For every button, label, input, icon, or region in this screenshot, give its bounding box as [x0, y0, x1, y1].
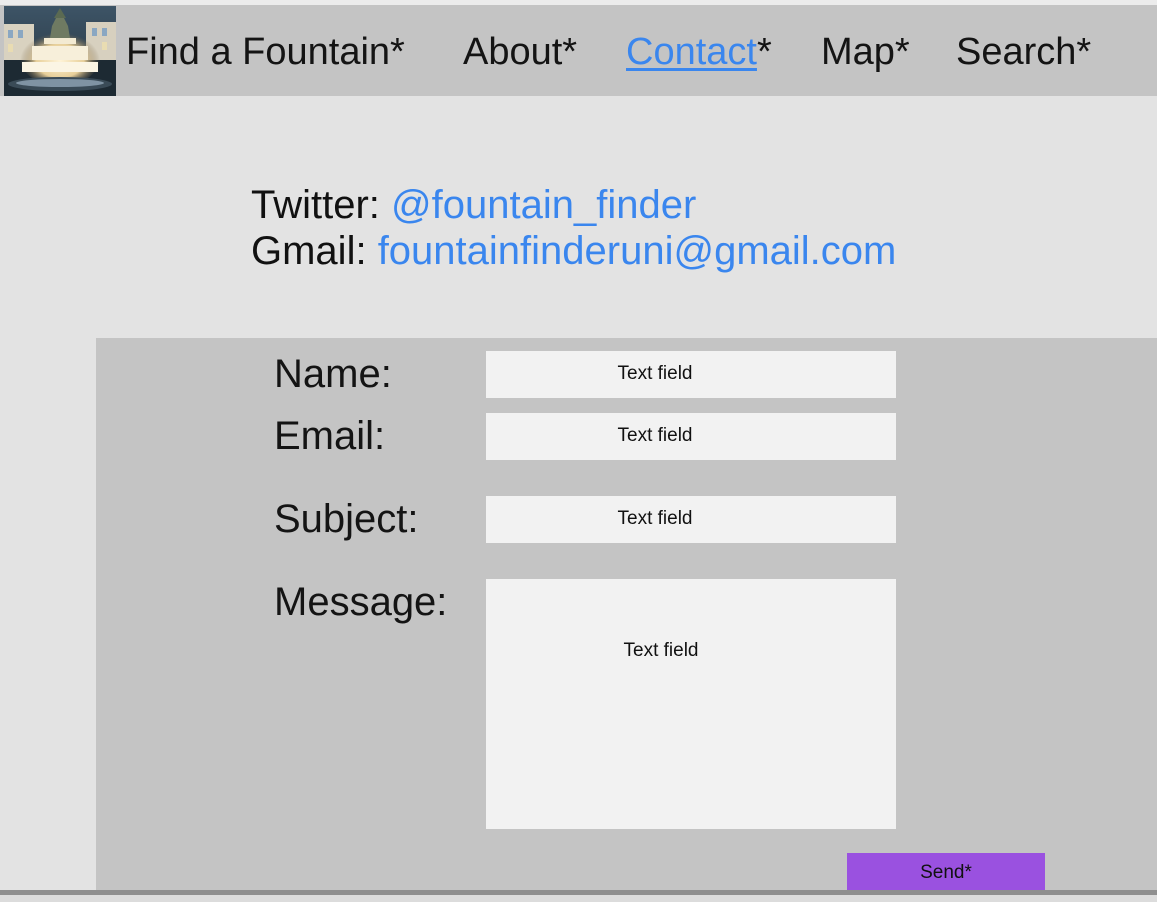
email-field[interactable]: Text field — [486, 413, 896, 460]
message-field-text: Text field — [623, 640, 699, 661]
message-textarea[interactable]: Text field — [486, 579, 896, 829]
gmail-label: Gmail: — [251, 229, 378, 273]
nav-find-a-fountain[interactable]: Find a Fountain* — [126, 30, 405, 74]
fountain-logo[interactable] — [4, 6, 116, 96]
gmail-address-link[interactable]: fountainfinderuni@gmail.com — [378, 229, 897, 273]
nav-contact-link[interactable]: Contact — [626, 31, 757, 73]
subject-field[interactable]: Text field — [486, 496, 896, 543]
nav-contact-suffix: * — [756, 31, 772, 73]
gmail-row: Gmail: fountainfinderuni@gmail.com — [251, 228, 896, 274]
email-field-text: Text field — [617, 425, 693, 446]
nav-search[interactable]: Search* — [956, 30, 1091, 74]
top-navbar: Find a Fountain* About* Contact* Map* Se… — [0, 5, 1157, 96]
bottom-divider — [0, 890, 1157, 895]
nav-about[interactable]: About* — [463, 30, 577, 74]
message-label: Message: — [274, 580, 448, 624]
nav-contact[interactable]: Contact* — [626, 30, 772, 74]
email-label: Email: — [274, 414, 386, 458]
subject-label: Subject: — [274, 497, 419, 541]
name-field-text: Text field — [617, 363, 693, 384]
nav-map[interactable]: Map* — [821, 30, 910, 74]
twitter-handle-link[interactable]: @fountain_finder — [391, 183, 696, 227]
name-label: Name: — [274, 352, 392, 396]
name-field[interactable]: Text field — [486, 351, 896, 398]
twitter-row: Twitter: @fountain_finder — [251, 182, 896, 228]
send-button[interactable]: Send* — [847, 853, 1045, 892]
subject-field-text: Text field — [617, 508, 693, 529]
twitter-label: Twitter: — [251, 183, 392, 227]
contact-info: Twitter: @fountain_finder Gmail: fountai… — [251, 182, 896, 274]
